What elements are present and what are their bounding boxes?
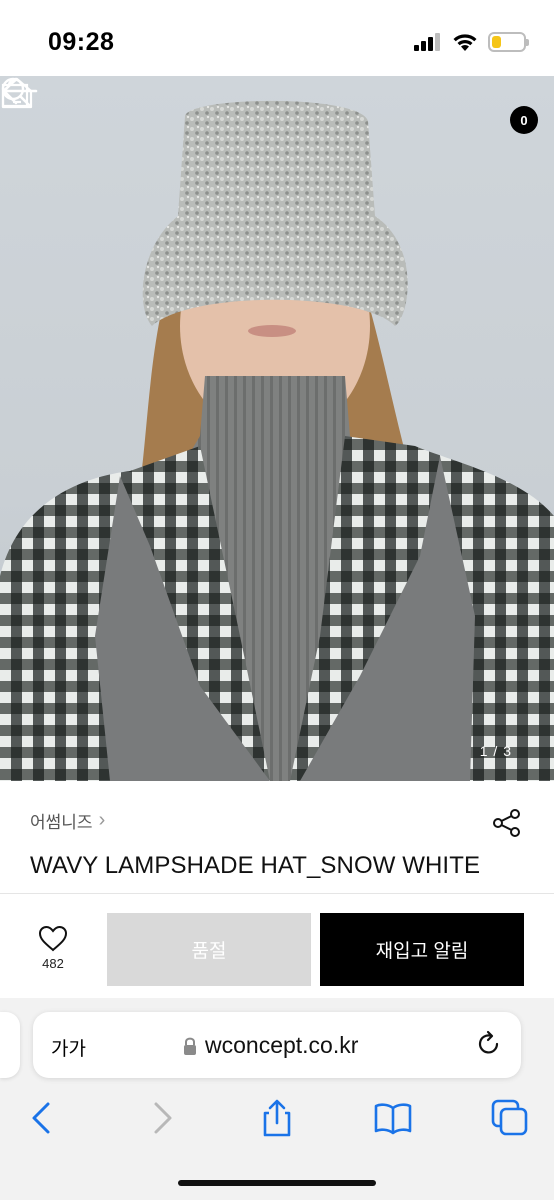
chevron-right-icon: ›	[98, 809, 106, 831]
cart-count-badge: 0	[510, 106, 538, 134]
like-count: 482	[42, 956, 64, 971]
cellular-signal-icon	[414, 33, 440, 51]
status-time: 09:28	[48, 28, 115, 56]
status-icons	[414, 32, 529, 52]
battery-level	[492, 36, 501, 48]
sold-out-button: 품절	[107, 913, 311, 986]
previous-tab-peek[interactable]	[0, 1012, 20, 1078]
bookmarks-icon[interactable]	[373, 1098, 413, 1138]
image-counter: 1 / 3	[479, 743, 512, 759]
lock-icon	[184, 1037, 196, 1055]
url-text: wconcept.co.kr	[205, 1032, 359, 1058]
wifi-icon	[453, 33, 477, 51]
heart-icon	[38, 925, 68, 952]
browser-toolbar: 가가 wconcept.co.kr	[0, 998, 554, 1200]
home-indicator	[178, 1180, 376, 1186]
text-size-button[interactable]: 가가	[51, 1034, 86, 1061]
browser-back-icon[interactable]	[22, 1098, 62, 1138]
address-bar[interactable]: 가가 wconcept.co.kr	[33, 1012, 521, 1078]
reload-icon[interactable]	[475, 1030, 503, 1058]
brand-link[interactable]: 어썸니즈 ›	[30, 808, 105, 833]
restock-alert-button[interactable]: 재입고 알림	[320, 913, 524, 986]
brand-name: 어썸니즈	[30, 813, 93, 832]
model-photo	[0, 100, 554, 781]
tabs-icon[interactable]	[490, 1098, 530, 1138]
url-field[interactable]: wconcept.co.kr	[183, 1032, 358, 1059]
battery-icon	[488, 32, 529, 52]
like-button[interactable]: 482	[30, 925, 76, 971]
divider	[0, 893, 554, 894]
share-icon[interactable]	[492, 808, 522, 838]
shopping-bag-icon[interactable]	[0, 76, 30, 108]
status-bar: 09:28	[0, 0, 554, 76]
browser-forward-icon[interactable]	[142, 1098, 182, 1138]
product-image[interactable]: 0 1 / 3	[0, 76, 554, 781]
product-title: WAVY LAMPSHADE HAT_SNOW WHITE	[30, 852, 481, 879]
share-sheet-icon[interactable]	[257, 1098, 297, 1138]
